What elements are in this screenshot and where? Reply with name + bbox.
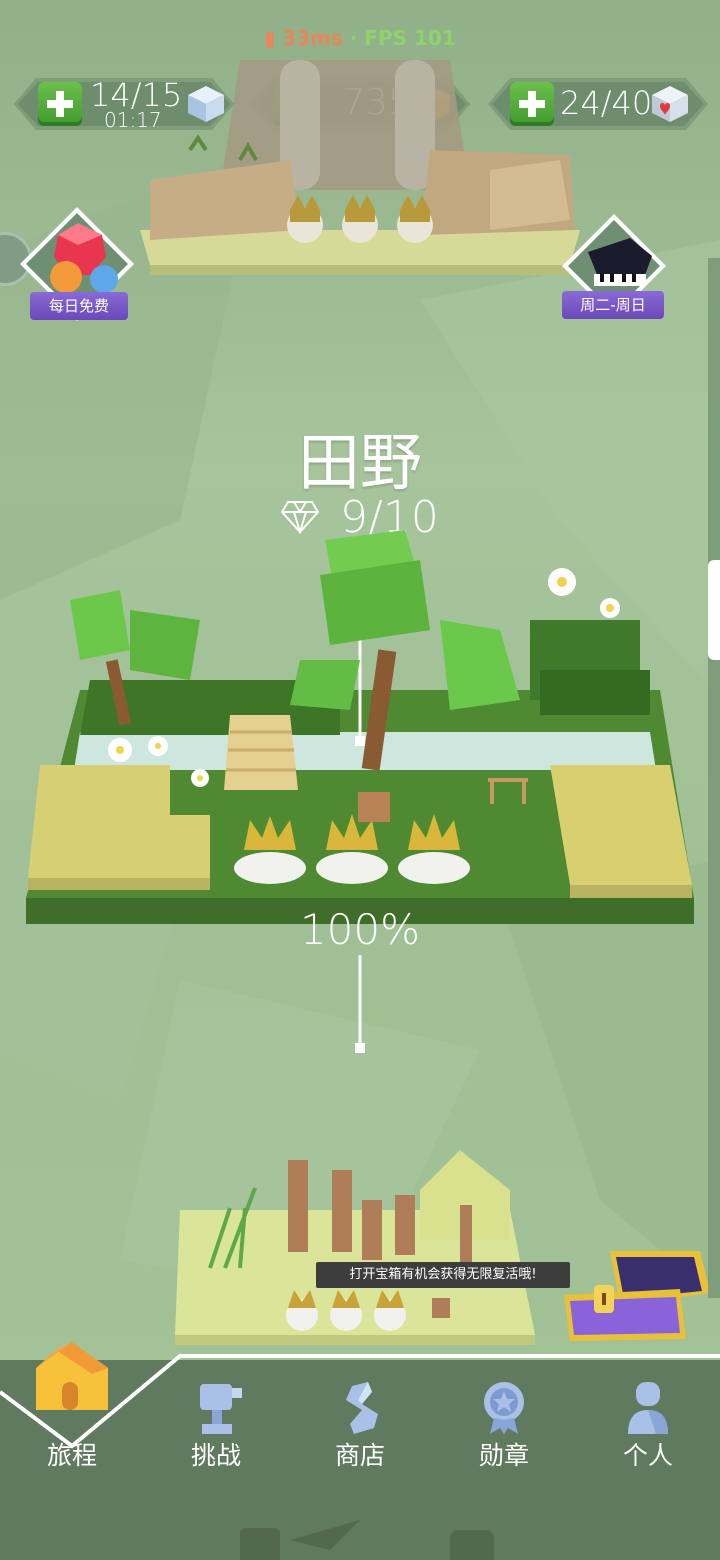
ruins-level-island[interactable]: [170, 1150, 550, 1350]
path-connector: [355, 955, 365, 1053]
tab-profile[interactable]: 个人: [576, 1360, 720, 1500]
daily-free-label: 每日免费: [30, 292, 128, 320]
tab-profile-label: 个人: [622, 1441, 673, 1470]
temple-level-island[interactable]: [130, 40, 590, 290]
tab-journey-label: 旅程: [46, 1441, 97, 1470]
level-title: 田野: [297, 426, 422, 499]
tab-medals-label: 勋章: [478, 1441, 529, 1470]
page-scrollbar[interactable]: [708, 258, 720, 1298]
scrollbar-thumb[interactable]: [708, 560, 720, 660]
chest-tooltip: 打开宝箱有机会获得无限复活哦!: [316, 1262, 570, 1288]
tab-journey[interactable]: 旅程: [0, 1342, 144, 1500]
weekly-label: 周二-周日: [562, 291, 664, 319]
level-progress-percent: 100%: [299, 905, 421, 954]
trophy-icon: [200, 1384, 242, 1434]
bottom-navigation: 旅程 挑战 商店 勋章 个人: [0, 1342, 720, 1560]
tab-challenge[interactable]: 挑战: [144, 1360, 288, 1500]
shop-icon: [346, 1382, 378, 1434]
tab-shop-label: 商店: [334, 1441, 385, 1470]
nav-silhouette: [240, 1520, 494, 1560]
treasure-chest-icon[interactable]: [560, 1245, 712, 1345]
home-icon: [36, 1342, 108, 1410]
medal-icon: [484, 1382, 524, 1434]
add-energy-button[interactable]: [38, 82, 82, 126]
tab-challenge-label: 挑战: [190, 1441, 241, 1470]
person-icon: [628, 1382, 668, 1434]
tab-shop[interactable]: 商店: [288, 1360, 432, 1500]
heart-cube-icon: [652, 86, 688, 122]
tab-medals[interactable]: 勋章: [432, 1360, 576, 1500]
field-level-island[interactable]: [20, 520, 700, 940]
